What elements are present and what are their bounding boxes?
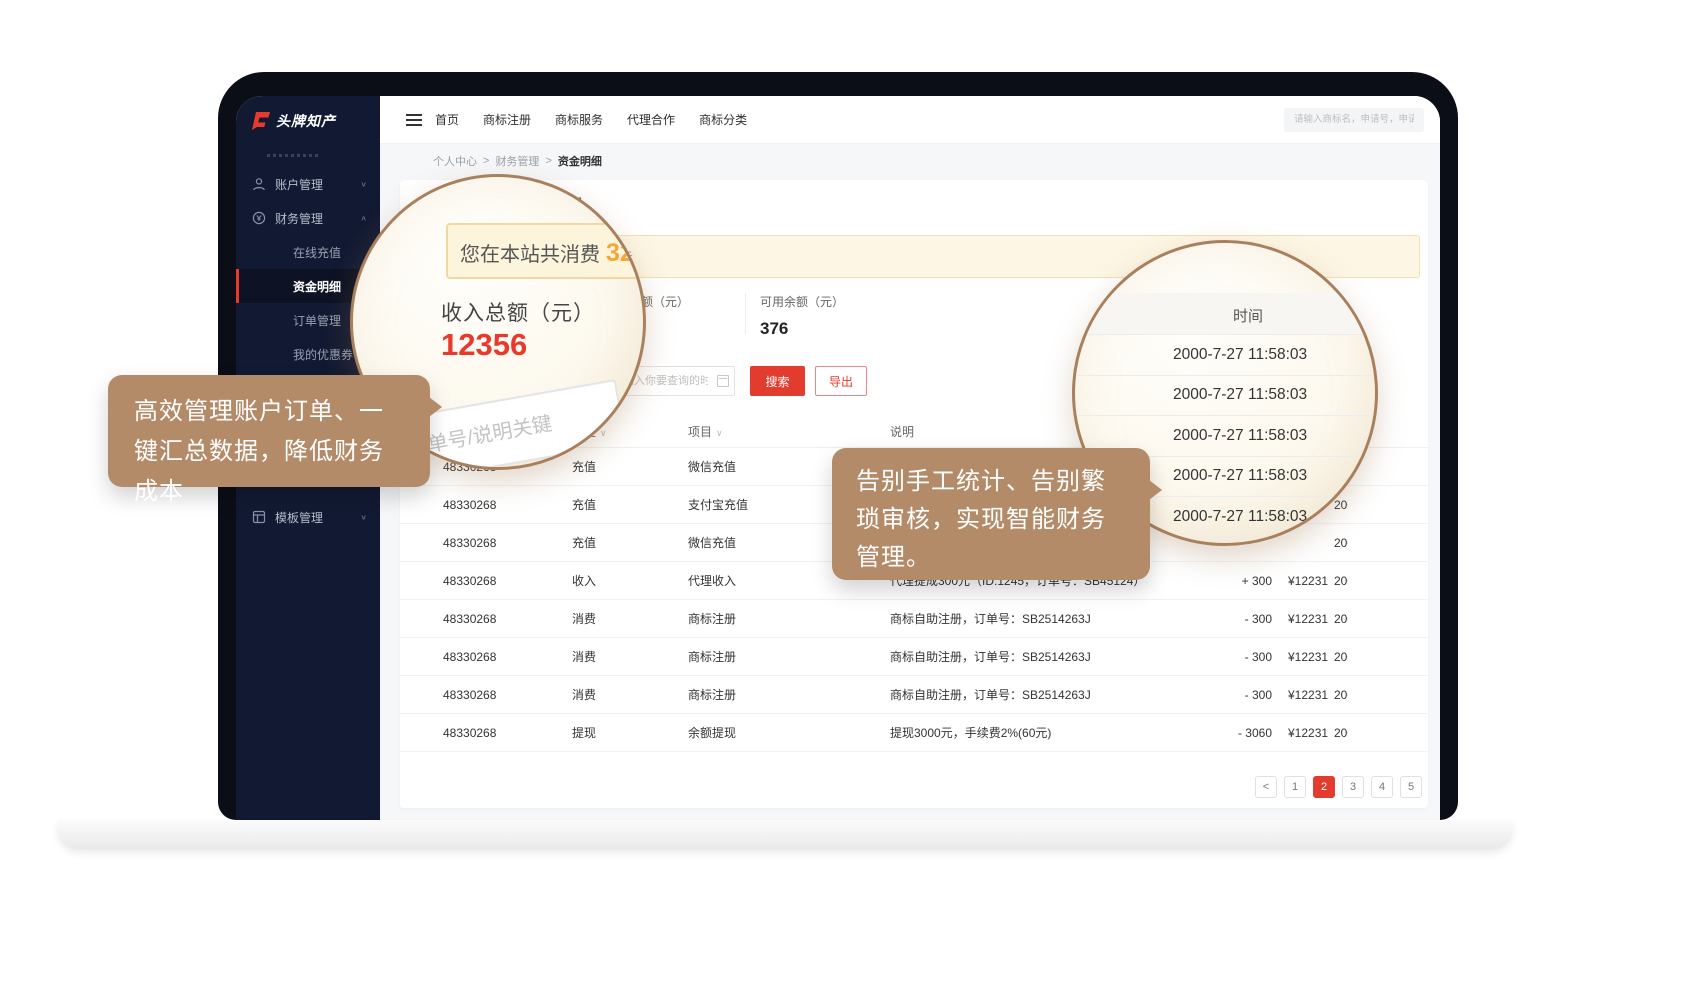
breadcrumb-separator: > (545, 155, 551, 167)
user-icon (252, 177, 266, 191)
breadcrumb-item[interactable]: 财务管理 (495, 153, 539, 169)
magnified-stat-value: 12356 (441, 327, 527, 363)
pagination-prev-button[interactable]: < (1255, 776, 1277, 798)
callout-arrow (1149, 480, 1162, 500)
hamburger-menu-icon[interactable] (406, 114, 422, 126)
nav-item-home[interactable]: 首页 (435, 111, 459, 128)
magnified-time-header-label: 时间 (1233, 305, 1263, 326)
table-row[interactable]: 48330268 提现 余额提现 提现3000元，手续费2%(60元) - 30… (400, 714, 1428, 752)
table-row[interactable]: 48330268 消费 商标注册 商标自助注册，订单号：SB2514263J -… (400, 676, 1428, 714)
pagination-page-1[interactable]: 1 (1284, 776, 1306, 798)
header-item[interactable]: 项目∨ (645, 423, 847, 440)
nav-item-agent-cooperation[interactable]: 代理合作 (627, 111, 675, 128)
sidebar-subitem-online-recharge[interactable]: 在线充值 (236, 235, 380, 269)
pagination-page-3[interactable]: 3 (1342, 776, 1364, 798)
breadcrumb: 个人中心 > 财务管理 > 资金明细 (380, 144, 1440, 178)
magnified-time-header (1075, 293, 1375, 335)
callout-right-text: 告别手工统计、告别繁琐审核，实现智能财务管理。 (832, 448, 1150, 592)
chevron-up-icon: ∧ (360, 214, 367, 223)
magnified-time-cell: 2000-7-27 11:58:03 (1075, 335, 1375, 376)
export-button[interactable]: 导出 (815, 366, 867, 396)
table-row[interactable]: 48330268 消费 商标注册 商标自助注册，订单号：SB2514263J -… (400, 638, 1428, 676)
magnified-stat-label: 收入总额（元） (441, 297, 595, 327)
logo-text: 头牌知产 (276, 111, 336, 131)
pagination-page-5[interactable]: 5 (1400, 776, 1422, 798)
stat-divider (745, 293, 746, 335)
callout-right: 告别手工统计、告别繁琐审核，实现智能财务管理。 (832, 448, 1150, 580)
breadcrumb-separator: > (483, 155, 489, 167)
laptop-base (57, 820, 1513, 850)
breadcrumb-item[interactable]: 个人中心 (433, 153, 477, 169)
breadcrumb-current: 资金明细 (558, 153, 602, 169)
app-logo: 头牌知产 (236, 96, 380, 150)
callout-left: 高效管理账户订单、一键汇总数据，降低财务成本 (108, 375, 430, 487)
table-row[interactable]: 48330268 消费 商标注册 商标自助注册，订单号：SB2514263J -… (400, 600, 1428, 638)
callout-left-text: 高效管理账户订单、一键汇总数据，降低财务成本 (108, 375, 430, 529)
sort-caret-icon[interactable]: ∨ (716, 428, 723, 438)
logo-icon (249, 111, 271, 131)
chevron-down-icon: ∨ (360, 180, 367, 189)
callout-arrow (429, 397, 442, 417)
sidebar-item-label: 账户管理 (275, 176, 323, 193)
magnified-time-cell: 2000-7-27 11:58:03 (1075, 376, 1375, 417)
magnified-banner-text: 您在本站共消费32124元 (460, 238, 646, 268)
sidebar-item-finance[interactable]: 财务管理 ∧ (236, 201, 380, 235)
stat-available-balance: 可用余额（元） 376 (760, 293, 844, 339)
finance-icon (252, 211, 266, 225)
pagination-page-4[interactable]: 4 (1371, 776, 1393, 798)
calendar-icon[interactable] (717, 375, 729, 387)
top-navigation: 首页 商标注册 商标服务 代理合作 商标分类 (380, 96, 1440, 144)
pagination-page-2[interactable]: 2 (1313, 776, 1335, 798)
search-input[interactable] (1284, 108, 1424, 132)
nav-item-trademark-register[interactable]: 商标注册 (483, 111, 531, 128)
search-button[interactable]: 搜索 (750, 366, 805, 396)
nav-item-trademark-service[interactable]: 商标服务 (555, 111, 603, 128)
pagination: < 1 2 3 4 5 (1255, 776, 1422, 798)
nav-item-trademark-category[interactable]: 商标分类 (699, 111, 747, 128)
sidebar-item-account[interactable]: 账户管理 ∨ (236, 167, 380, 201)
sidebar-item-label: 财务管理 (275, 210, 323, 227)
